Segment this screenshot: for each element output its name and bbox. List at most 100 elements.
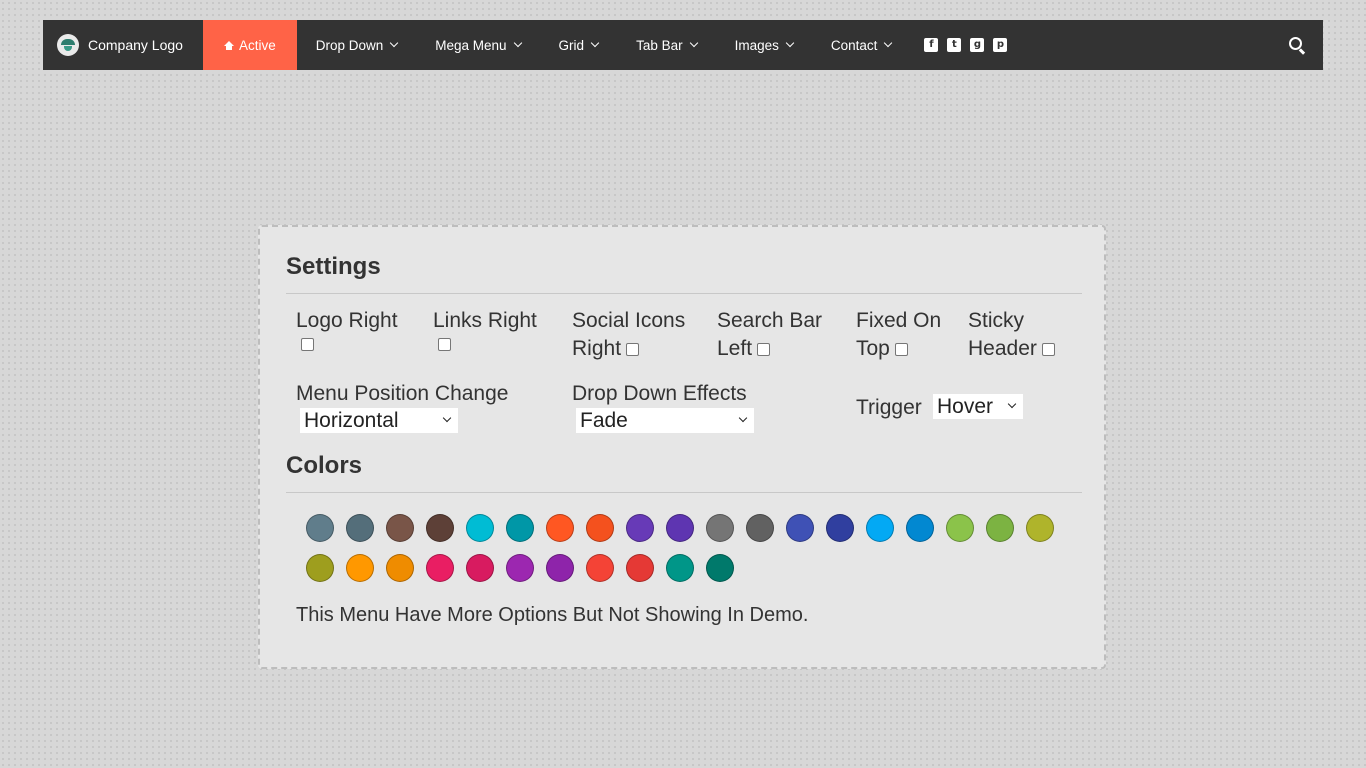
drop-down-effects-label: Drop Down Effects [572, 382, 747, 405]
search-icon[interactable] [1289, 37, 1305, 53]
social-icons: f t g p [924, 38, 1016, 52]
company-logo-icon [57, 34, 79, 56]
color-swatch[interactable] [506, 554, 534, 582]
demo-note: This Menu Have More Options But Not Show… [296, 604, 809, 626]
menu-position-select[interactable]: Horizontal [300, 408, 458, 433]
color-swatch[interactable] [386, 514, 414, 542]
color-swatch[interactable] [546, 514, 574, 542]
trigger-select[interactable]: Hover [933, 394, 1023, 419]
drop-down-effects-select[interactable]: Fade [576, 408, 754, 433]
nav-item-grid[interactable]: Grid [540, 20, 618, 70]
chevron-down-icon [884, 38, 893, 48]
color-swatch[interactable] [466, 514, 494, 542]
search-bar-left-checkbox[interactable] [757, 342, 771, 356]
option-label: Logo Right [296, 309, 398, 332]
color-swatch[interactable] [346, 554, 374, 582]
color-swatch[interactable] [586, 554, 614, 582]
nav-item-drop-down[interactable]: Drop Down [297, 20, 417, 70]
color-swatch[interactable] [986, 514, 1014, 542]
option-label: Search Bar [717, 309, 823, 332]
nav-item-active-label: Active [238, 37, 276, 53]
option-label: Social Icons [572, 309, 686, 332]
color-swatch[interactable] [946, 514, 974, 542]
color-swatch[interactable] [706, 514, 734, 542]
select-value: Fade [580, 409, 628, 432]
chevron-down-icon [513, 38, 522, 48]
color-swatch[interactable] [666, 554, 694, 582]
color-swatch[interactable] [666, 514, 694, 542]
home-icon [223, 40, 234, 50]
option-links-right: Links Right [433, 307, 537, 351]
settings-panel: Settings Logo Right Links Right Social I… [258, 225, 1106, 669]
color-swatch[interactable] [866, 514, 894, 542]
option-label: Top [856, 337, 890, 360]
logo-right-checkbox[interactable] [301, 338, 314, 351]
nav-item-label: Grid [558, 37, 585, 53]
option-label: Fixed On [856, 309, 942, 332]
option-label: Links Right [433, 309, 537, 332]
option-label: Header [968, 337, 1037, 360]
color-swatch[interactable] [466, 554, 494, 582]
color-swatch[interactable] [386, 554, 414, 582]
color-swatch[interactable] [786, 514, 814, 542]
google-plus-icon[interactable]: g [970, 38, 985, 52]
social-icons-right-checkbox[interactable] [626, 342, 640, 356]
color-swatch[interactable] [906, 514, 934, 542]
nav-item-tab-bar[interactable]: Tab Bar [617, 20, 716, 70]
menu-position-label: Menu Position Change [296, 382, 509, 405]
nav-item-label: Drop Down [315, 37, 384, 53]
brand[interactable]: Company Logo [43, 20, 203, 70]
color-swatch[interactable] [706, 554, 734, 582]
chevron-down-icon [442, 413, 452, 423]
select-value: Horizontal [304, 409, 399, 432]
color-swatch[interactable] [626, 554, 654, 582]
colors-title: Colors [286, 452, 363, 479]
color-swatch[interactable] [826, 514, 854, 542]
option-label: Sticky [968, 309, 1025, 332]
option-social-icons-right: Social Icons Right [572, 307, 685, 363]
nav-item-images[interactable]: Images [716, 20, 812, 70]
color-swatch[interactable] [1026, 514, 1054, 542]
brand-label: Company Logo [88, 37, 183, 53]
divider [286, 293, 1082, 294]
chevron-down-icon [689, 38, 698, 48]
color-swatch[interactable] [506, 514, 534, 542]
option-search-bar-left: Search Bar Left [717, 307, 822, 363]
chevron-down-icon [390, 38, 399, 48]
option-fixed-on-top: Fixed On Top [856, 307, 941, 363]
color-swatch[interactable] [426, 554, 454, 582]
option-sticky-header: Sticky Header [968, 307, 1055, 363]
nav-item-contact[interactable]: Contact [812, 20, 911, 70]
color-swatch[interactable] [346, 514, 374, 542]
nav-item-label: Contact [830, 37, 878, 53]
color-swatch[interactable] [306, 554, 334, 582]
nav-item-label: Tab Bar [636, 37, 683, 53]
facebook-icon[interactable]: f [924, 38, 939, 52]
chevron-down-icon [738, 413, 748, 423]
option-logo-right: Logo Right [296, 307, 398, 351]
divider [286, 492, 1082, 493]
chevron-down-icon [590, 38, 600, 48]
sticky-header-checkbox[interactable] [1041, 342, 1055, 356]
fixed-on-top-checkbox[interactable] [894, 342, 908, 356]
color-swatch[interactable] [426, 514, 454, 542]
nav-item-label: Images [734, 37, 779, 53]
color-swatch[interactable] [306, 514, 334, 542]
settings-title: Settings [286, 253, 381, 280]
color-swatch[interactable] [626, 514, 654, 542]
twitter-icon[interactable]: t [947, 38, 962, 52]
pinterest-icon[interactable]: p [993, 38, 1008, 52]
color-swatch[interactable] [586, 514, 614, 542]
links-right-checkbox[interactable] [438, 338, 451, 351]
top-navbar: Company Logo Active Drop Down Mega Menu … [43, 20, 1323, 70]
option-label: Left [717, 337, 753, 360]
nav-item-mega-menu[interactable]: Mega Menu [416, 20, 539, 70]
option-label: Right [572, 337, 622, 360]
nav-item-active[interactable]: Active [202, 20, 297, 70]
trigger-label: Trigger [856, 396, 922, 419]
nav-item-label: Mega Menu [435, 37, 507, 53]
color-swatch[interactable] [746, 514, 774, 542]
color-swatch[interactable] [546, 554, 574, 582]
chevron-down-icon [785, 38, 795, 48]
chevron-down-icon [1007, 399, 1017, 409]
